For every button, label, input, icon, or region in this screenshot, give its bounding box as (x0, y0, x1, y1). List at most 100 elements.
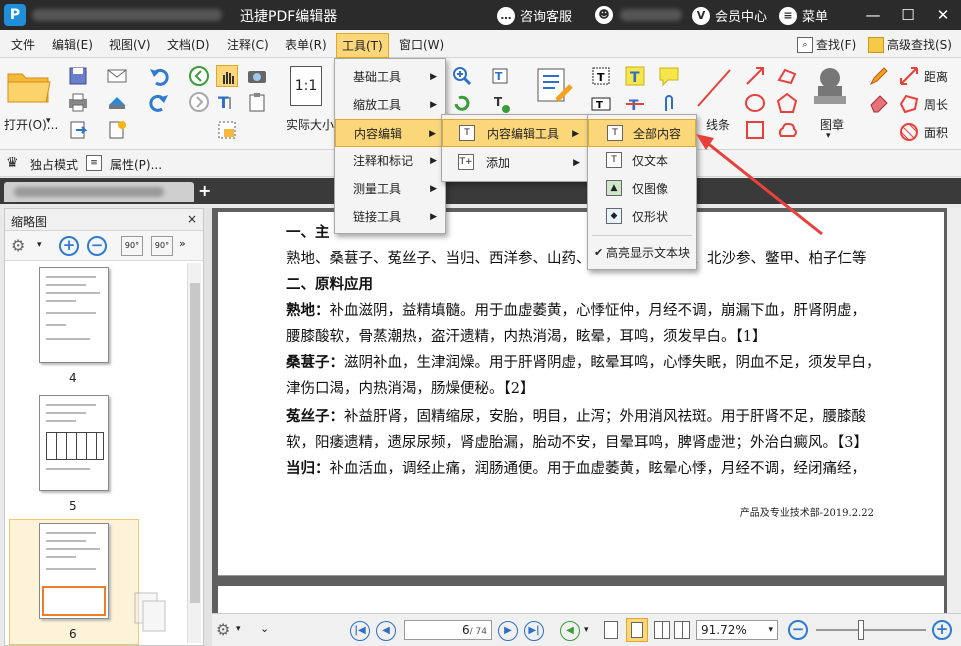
snapshot-icon[interactable] (216, 119, 238, 141)
zoom-out-thumb-icon[interactable]: − (87, 236, 107, 256)
continuous-page-icon[interactable] (626, 618, 648, 642)
clipboard-icon[interactable] (246, 91, 268, 113)
vip-center-button[interactable]: V 会员中心 (692, 6, 767, 25)
tools-menu-basic[interactable]: 基础工具 ▶ (335, 63, 445, 91)
two-page-icon[interactable] (654, 621, 670, 639)
select-text-icon[interactable]: T (216, 91, 238, 113)
area-icon[interactable] (898, 121, 920, 143)
minimize-button[interactable]: — (860, 2, 886, 28)
menu-form[interactable]: 表单(R) (285, 36, 327, 53)
tools-menu-annotation[interactable]: 注释和标记 ▶ (335, 147, 445, 175)
thumbnail-page-4[interactable] (39, 267, 109, 363)
tools-menu-zoom[interactable]: 缩放工具 ▶ (335, 91, 445, 119)
gear-icon[interactable]: ⚙ (11, 236, 25, 255)
actual-size-label[interactable]: 实际大小 (286, 116, 334, 133)
stamp-label[interactable]: 图章 (820, 116, 844, 133)
print-icon[interactable] (67, 91, 89, 113)
stamp-dropdown-icon[interactable]: ▾ (826, 131, 831, 141)
email-icon[interactable] (106, 65, 128, 87)
options-dropdown-icon[interactable]: ▾ (236, 624, 241, 634)
new-doc-icon[interactable] (106, 119, 128, 141)
next-page-button[interactable]: ▶ (498, 621, 518, 641)
two-page-continuous-icon[interactable] (674, 621, 690, 639)
tools-menu-link[interactable]: 链接工具 ▶ (335, 203, 445, 231)
shape-only-item[interactable]: ◆ 仅形状 (588, 203, 696, 231)
rotate-icon[interactable] (451, 93, 473, 115)
pencil-icon[interactable] (868, 65, 890, 87)
attachment-icon[interactable] (658, 93, 680, 115)
first-page-button[interactable]: |◀ (350, 621, 370, 641)
menu-annotation[interactable]: 注释(C) (227, 36, 269, 53)
zoom-in-icon[interactable] (451, 65, 473, 87)
back-view-icon[interactable]: ◀ (560, 621, 580, 641)
support-button[interactable]: … 咨询客服 (497, 6, 572, 25)
image-only-item[interactable]: ▲ 仅图像 (588, 175, 696, 203)
options-dropdown-icon[interactable]: ▾ (37, 240, 42, 250)
thumbnail-close-button[interactable]: × (187, 212, 197, 226)
zoom-in-thumb-icon[interactable]: + (59, 236, 79, 256)
pdf-page[interactable]: 一、主 熟地、桑葚子、菟丝子、当归、西洋参、山药、 、北沙参、鳖甲、柏子仁等 二、… (218, 212, 944, 576)
stamp-icon[interactable] (810, 64, 850, 110)
close-button[interactable]: ✕ (930, 2, 956, 28)
line-label[interactable]: 线条 (706, 116, 730, 133)
perimeter-label[interactable]: 周长 (924, 96, 948, 113)
menu-document[interactable]: 文档(D) (167, 36, 210, 53)
arrow-tool-icon[interactable] (744, 65, 766, 87)
next-pdf-page[interactable] (218, 586, 944, 613)
zoom-slider-handle[interactable] (858, 620, 864, 640)
rotate-right-icon[interactable]: 90° (151, 236, 173, 256)
menu-window[interactable]: 窗口(W) (399, 36, 444, 53)
back-dropdown-icon[interactable]: ▾ (584, 625, 589, 635)
rectangle-tool-icon[interactable] (744, 119, 766, 141)
gear-icon[interactable]: ⚙ (216, 620, 230, 639)
content-edit-add-item[interactable]: T+ 添加 ▶ (442, 149, 588, 177)
menu-file[interactable]: 文件 (11, 36, 35, 53)
open-folder-icon[interactable] (6, 68, 52, 104)
polygon-tool-icon[interactable] (776, 92, 798, 114)
hand-tool-icon[interactable] (216, 65, 238, 87)
page-number-input[interactable]: 6/ 74 (404, 620, 492, 640)
thumbnail-scroll-thumb[interactable] (190, 283, 200, 603)
highlight-text-blocks-item[interactable]: ✔ 高亮显示文本块 (588, 239, 696, 267)
camera-icon[interactable] (246, 65, 268, 87)
cloud-tool-icon[interactable] (776, 119, 798, 141)
more-chevron-icon[interactable]: » (179, 237, 186, 250)
collapse-chevron-icon[interactable]: ⌄ (260, 622, 269, 635)
document-scrollbar[interactable] (947, 208, 961, 613)
exclusive-mode-button[interactable]: 独占模式 (30, 156, 78, 173)
panel-splitter[interactable] (204, 208, 212, 646)
single-page-icon[interactable] (604, 621, 618, 639)
rotate-left-icon[interactable]: 90° (121, 236, 143, 256)
undo-icon[interactable] (148, 65, 170, 87)
all-content-item[interactable]: T 全部内容 (588, 119, 696, 147)
last-page-button[interactable]: ▶| (524, 621, 544, 641)
perimeter-icon[interactable] (898, 93, 920, 115)
properties-button[interactable]: 属性(P)... (110, 156, 162, 173)
thumbnail-page-6[interactable] (39, 523, 109, 619)
advanced-find-button[interactable]: 高级查找(S) (868, 36, 952, 53)
user-avatar[interactable]: ☻ (595, 6, 613, 24)
tools-menu-measure[interactable]: 测量工具 ▶ (335, 175, 445, 203)
maximize-button[interactable]: ☐ (895, 2, 921, 28)
edit-form-icon[interactable] (535, 66, 575, 106)
add-text-icon[interactable]: T (491, 93, 513, 115)
distance-icon[interactable] (898, 65, 920, 87)
note-icon[interactable] (658, 65, 680, 87)
menu-edit[interactable]: 编辑(E) (52, 36, 93, 53)
zoom-out-icon[interactable]: − (788, 620, 808, 640)
export-icon[interactable] (67, 119, 89, 141)
thumbnail-scrollbar[interactable] (187, 263, 201, 643)
zoom-in-icon[interactable]: + (932, 620, 952, 640)
redo-icon[interactable] (148, 91, 170, 113)
polyline-tool-icon[interactable] (776, 65, 798, 87)
zoom-select[interactable]: 91.72% ▾ (696, 620, 778, 640)
area-label[interactable]: 面积 (924, 124, 948, 141)
line-tool-icon[interactable] (694, 66, 734, 110)
menu-tools[interactable]: 工具(T) (336, 33, 389, 58)
save-icon[interactable] (67, 65, 89, 87)
zoom-slider-track[interactable] (816, 629, 926, 631)
actual-size-icon[interactable]: 1:1 (290, 66, 322, 106)
content-edit-tools-item[interactable]: T 内容编辑工具 ▶ (442, 119, 588, 147)
tools-menu-content-edit[interactable]: 内容编辑 ▶ (335, 119, 445, 147)
document-tab[interactable] (4, 182, 194, 202)
